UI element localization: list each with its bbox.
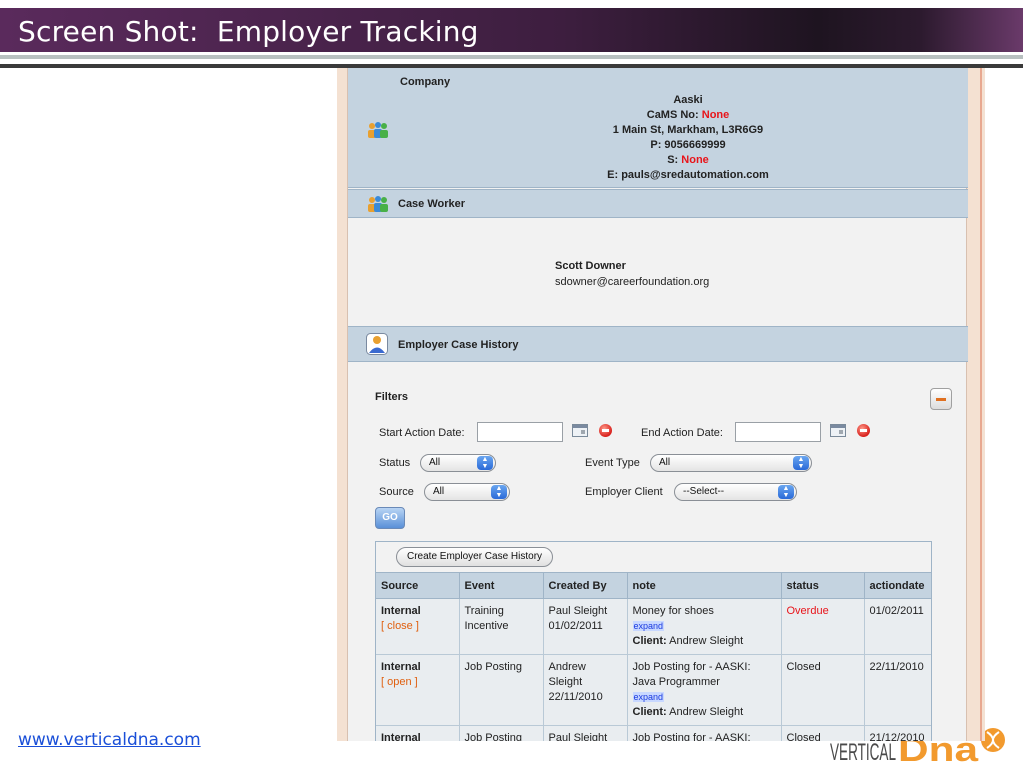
company-phone: P: 9056669999: [650, 139, 726, 151]
expand-note-link[interactable]: expand: [632, 621, 665, 631]
table-row: Internal [ close ] Training Incentive Pa…: [376, 598, 931, 655]
go-button[interactable]: GO: [375, 507, 405, 529]
company-s: S: None: [667, 154, 709, 166]
company-panel: Company Aaski CaMS No: None 1 Main St, M…: [348, 68, 968, 188]
case-worker-info: Scott Downer sdowner@careerfoundation.or…: [555, 258, 709, 290]
start-date-label: Start Action Date:: [379, 427, 465, 439]
source-select[interactable]: All ▲ ▼: [424, 483, 510, 501]
case-worker-header: Case Worker: [348, 189, 968, 218]
end-date-input[interactable]: [735, 422, 821, 442]
select-arrows-icon: ▲ ▼: [778, 485, 794, 499]
create-case-history-button[interactable]: Create Employer Case History: [396, 547, 554, 567]
created-by-cell: Andrew Sleight 22/11/2010: [542, 654, 627, 726]
event-cell: Job Posting: [458, 654, 543, 726]
event-type-label: Event Type: [585, 457, 640, 469]
table-row: Internal Job Posting Paul Sleight Job Po…: [376, 725, 931, 741]
end-date-label: End Action Date:: [641, 427, 723, 439]
start-date-input[interactable]: [477, 422, 563, 442]
select-arrows-icon: ▲ ▼: [793, 456, 809, 470]
event-type-select[interactable]: All ▲ ▼: [650, 454, 812, 472]
event-cell: Job Posting: [458, 725, 543, 741]
collapse-filters-button[interactable]: [930, 388, 952, 410]
slide-rule-top: [0, 55, 1023, 59]
actiondate-cell: 21/12/2010: [863, 725, 931, 741]
employer-client-select[interactable]: --Select-- ▲ ▼: [674, 483, 797, 501]
select-arrows-icon: ▲ ▼: [491, 485, 507, 499]
case-history-header: Employer Case History: [348, 326, 968, 362]
clear-icon[interactable]: [599, 424, 612, 437]
column-header-event[interactable]: Event: [458, 572, 543, 599]
company-cams: CaMS No: None: [646, 109, 730, 121]
status-cell: Overdue: [780, 598, 864, 655]
close-case-link[interactable]: close: [387, 620, 413, 632]
slide-title: Screen Shot: Employer Tracking: [18, 15, 479, 48]
note-cell: Money for shoes expand Client: Andrew Sl…: [626, 598, 781, 655]
case-worker-name: Scott Downer: [555, 260, 626, 272]
source-cell: Internal: [376, 725, 459, 741]
column-header-status[interactable]: status: [780, 572, 864, 599]
company-address: 1 Main St, Markham, L3R6G9: [612, 124, 764, 136]
employer-tracking-page: Company Aaski CaMS No: None 1 Main St, M…: [347, 68, 968, 741]
case-worker-title: Case Worker: [398, 198, 466, 210]
svg-text:VERTICAL: VERTICAL: [830, 739, 896, 764]
column-header-note[interactable]: note: [626, 572, 781, 599]
company-details: Aaski CaMS No: None 1 Main St, Markham, …: [538, 93, 838, 183]
table-header-row: Source Event Created By note status acti…: [376, 572, 931, 599]
source-cell: Internal [ open ]: [376, 654, 459, 726]
source-label: Source: [379, 486, 414, 498]
case-worker-email: sdowner@careerfoundation.org: [555, 276, 710, 288]
table-row: Internal [ open ] Job Posting Andrew Sle…: [376, 654, 931, 726]
select-arrows-icon: ▲ ▼: [477, 456, 493, 470]
people-group-icon: [368, 196, 388, 212]
source-cell: Internal [ close ]: [376, 598, 459, 655]
case-history-box: Create Employer Case History Source Even…: [375, 541, 932, 741]
filters-title: Filters: [375, 391, 409, 403]
footer-url-link[interactable]: www.verticaldna.com: [18, 730, 201, 750]
column-header-actiondate[interactable]: actiondate: [863, 572, 931, 599]
employer-client-label: Employer Client: [585, 486, 663, 498]
note-cell: Job Posting for - AASKI: Java Programmer…: [626, 654, 781, 726]
note-cell: Job Posting for - AASKI:: [626, 725, 781, 741]
slide-title-bar: Screen Shot: Employer Tracking: [0, 8, 1023, 52]
clear-icon[interactable]: [857, 424, 870, 437]
people-group-icon: [368, 122, 388, 138]
column-header-source[interactable]: Source: [376, 572, 459, 599]
company-email: E: pauls@sredautomation.com: [607, 169, 769, 181]
case-history-table: Source Event Created By note status acti…: [376, 572, 931, 741]
app-screenshot-frame: Company Aaski CaMS No: None 1 Main St, M…: [337, 68, 985, 741]
case-history-title: Employer Case History: [398, 339, 519, 351]
status-select[interactable]: All ▲ ▼: [420, 454, 496, 472]
company-label: Company: [400, 76, 451, 88]
expand-note-link[interactable]: expand: [632, 692, 665, 702]
company-name: Aaski: [673, 94, 703, 106]
frame-edge: [980, 68, 982, 741]
actiondate-cell: 22/11/2010: [863, 654, 931, 726]
status-label: Status: [379, 457, 411, 469]
column-header-created-by[interactable]: Created By: [542, 572, 627, 599]
calendar-icon[interactable]: [572, 424, 588, 437]
status-cell: Closed: [780, 654, 864, 726]
cams-value: None: [701, 109, 730, 121]
created-by-cell: Paul Sleight: [542, 725, 627, 741]
calendar-icon[interactable]: [830, 424, 846, 437]
event-cell: Training Incentive: [458, 598, 543, 655]
status-cell: Closed: [780, 725, 864, 741]
open-case-link[interactable]: open: [387, 676, 411, 688]
created-by-cell: Paul Sleight 01/02/2011: [542, 598, 627, 655]
person-icon: [366, 333, 388, 355]
actiondate-cell: 01/02/2011: [863, 598, 931, 655]
s-value: None: [681, 154, 709, 166]
